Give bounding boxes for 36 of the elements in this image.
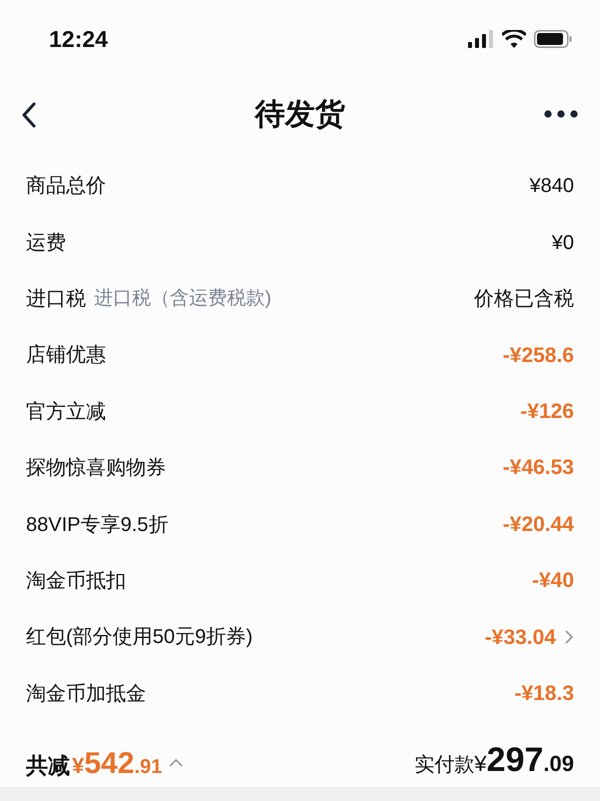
row-label: 官方立减 bbox=[26, 400, 106, 425]
saved-decimal: .91 bbox=[134, 754, 162, 780]
collapse-button[interactable] bbox=[168, 758, 184, 768]
paid-label: 实付款 bbox=[414, 752, 474, 778]
row-value: -¥258.6 bbox=[502, 342, 574, 369]
row-value: ¥0 bbox=[552, 230, 574, 256]
row-label: 淘金币抵扣 bbox=[26, 568, 126, 594]
row-value: 价格已含税 bbox=[474, 286, 574, 312]
battery-icon bbox=[534, 30, 572, 48]
saved-integer: 542 bbox=[84, 746, 134, 782]
row-label: 店铺优惠 bbox=[26, 343, 106, 368]
row-value: -¥20.44 bbox=[502, 512, 574, 538]
row-label: 进口税 bbox=[26, 286, 86, 312]
more-button[interactable] bbox=[544, 108, 578, 120]
saved-label: 共减 bbox=[26, 752, 70, 780]
row-value: -¥126 bbox=[520, 399, 574, 425]
page-title: 待发货 bbox=[255, 96, 345, 132]
row-label: 运费 bbox=[26, 230, 66, 256]
paid-currency: ¥ bbox=[474, 750, 487, 778]
paid-integer: 297 bbox=[486, 740, 544, 781]
row-value: -¥33.04 bbox=[484, 624, 556, 651]
status-time: 12:24 bbox=[49, 24, 108, 54]
paid-decimal: .09 bbox=[543, 750, 574, 778]
row-label: 淘金币加抵金 bbox=[26, 682, 146, 707]
row-value: -¥18.3 bbox=[514, 680, 574, 707]
wifi-icon bbox=[502, 30, 526, 48]
row-label: 探物惊喜购物券 bbox=[26, 456, 166, 482]
saved-currency: ¥ bbox=[72, 752, 84, 780]
row-value: -¥40 bbox=[532, 568, 574, 594]
row-value: -¥46.53 bbox=[502, 455, 574, 482]
row-label: 88VIP专享9.5折 bbox=[26, 512, 168, 538]
row-note: 进口税（含运费税款) bbox=[94, 286, 272, 311]
row-label: 红包(部分使用50元9折券) bbox=[26, 625, 253, 650]
signal-icon bbox=[468, 30, 494, 48]
row-label: 商品总价 bbox=[26, 174, 106, 200]
row-value: ¥840 bbox=[530, 174, 574, 200]
